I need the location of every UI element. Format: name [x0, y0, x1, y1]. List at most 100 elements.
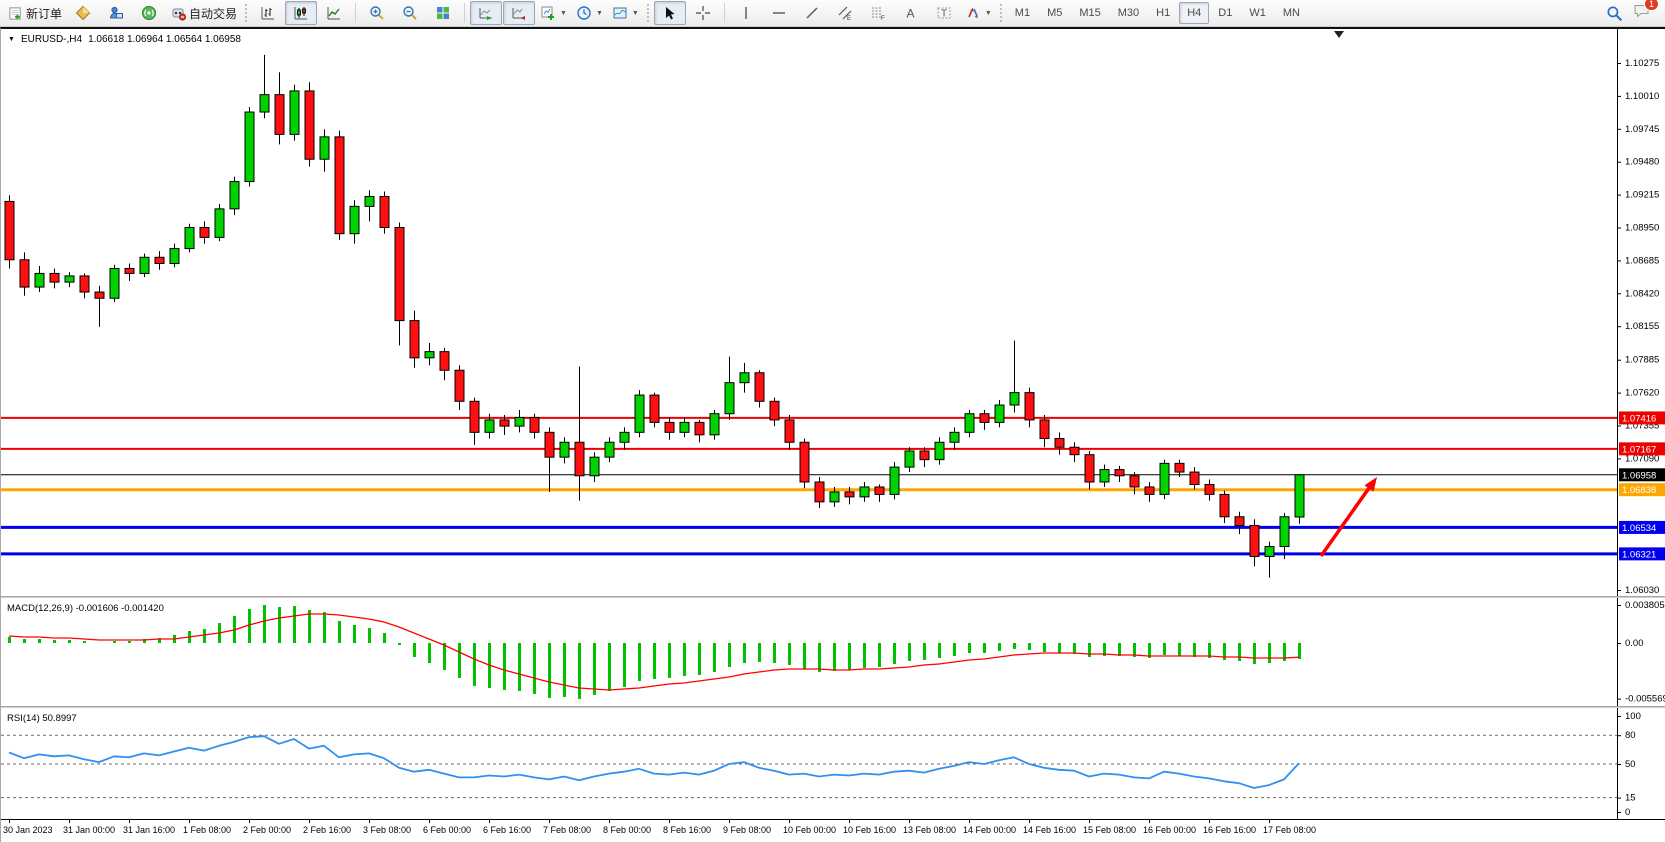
bull-candle [995, 405, 1004, 422]
bear-candle [650, 395, 659, 422]
new-chart-icon [540, 5, 556, 21]
zoom-in-icon [369, 5, 385, 21]
bear-candle [1115, 470, 1124, 476]
timeframe-m15[interactable]: M15 [1071, 2, 1108, 24]
time-axis-tick [729, 820, 730, 823]
bull-candle [725, 383, 734, 414]
price-chart-pane[interactable]: 1.102751.100101.097451.094801.092151.089… [1, 29, 1665, 596]
svg-text:1.08950: 1.08950 [1625, 222, 1659, 233]
notifications-button[interactable]: 1 [1633, 2, 1651, 24]
bear-candle [1235, 517, 1244, 526]
svg-text:1.10275: 1.10275 [1625, 58, 1659, 69]
one-click-trading-toggle[interactable]: ▼ [8, 36, 15, 43]
chart-shift-icon [511, 5, 527, 21]
bear-candle [275, 95, 284, 135]
time-label: 17 Feb 08:00 [1263, 825, 1316, 835]
text-label-tool[interactable]: T [928, 1, 960, 25]
bear-candle [500, 420, 509, 426]
crosshair-button[interactable] [687, 1, 719, 25]
time-axis[interactable]: 30 Jan 202331 Jan 00:0031 Jan 16:001 Feb… [1, 819, 1665, 842]
search-icon[interactable] [1606, 5, 1623, 22]
timeframe-w1[interactable]: W1 [1241, 2, 1274, 24]
chart-shift-marker[interactable] [1334, 31, 1344, 38]
templates-button[interactable]: ▼ [608, 1, 643, 25]
bear-candle [815, 482, 824, 502]
trendline-tool[interactable] [796, 1, 828, 25]
bear-candle [1175, 463, 1184, 472]
equidistant-channel-tool[interactable]: E [829, 1, 861, 25]
time-label: 8 Feb 16:00 [663, 825, 711, 835]
time-axis-tick [69, 820, 70, 823]
bear-candle [1250, 525, 1259, 556]
bear-candle [50, 273, 59, 282]
periods-button[interactable]: ▼ [572, 1, 607, 25]
toolbar-grip[interactable] [646, 3, 651, 23]
macd-axis-tick: 0.00 [1625, 638, 1644, 649]
vertical-line-tool[interactable] [730, 1, 762, 25]
bear-candle [470, 401, 479, 432]
new-order-button[interactable]: 新订单 [4, 1, 66, 25]
horizontal-line-tool[interactable] [763, 1, 795, 25]
bull-candle [260, 95, 269, 112]
signals-button[interactable] [133, 1, 165, 25]
zoom-in-button[interactable] [361, 1, 393, 25]
bull-candle [35, 273, 44, 287]
bear-candle [1220, 494, 1229, 516]
fibonacci-tool[interactable]: F [862, 1, 894, 25]
bear-candle [575, 442, 584, 476]
candles[interactable] [5, 55, 1304, 578]
bear-candle [1190, 472, 1199, 484]
metaeditor-button[interactable] [67, 1, 99, 25]
time-label: 2 Feb 00:00 [243, 825, 291, 835]
rsi-indicator-pane[interactable]: RSI(14) 50.8997 1008050150 [1, 708, 1665, 819]
svg-text:1.07620: 1.07620 [1625, 388, 1659, 399]
time-label: 1 Feb 08:00 [183, 825, 231, 835]
bull-candle [290, 91, 299, 134]
tile-windows-button[interactable] [427, 1, 459, 25]
svg-text:1.09745: 1.09745 [1625, 124, 1659, 135]
clock-icon [576, 5, 592, 21]
bull-candle [350, 206, 359, 233]
timeframe-m5[interactable]: M5 [1039, 2, 1070, 24]
timeframe-h1[interactable]: H1 [1148, 2, 1178, 24]
bull-candle [230, 182, 239, 209]
time-axis-tick [1029, 820, 1030, 823]
toolbar-right-group: 1 [1606, 2, 1661, 24]
time-label: 10 Feb 00:00 [783, 825, 836, 835]
auto-scroll-button[interactable] [470, 1, 502, 25]
text-a-icon: A [903, 5, 919, 21]
bull-candle [680, 422, 689, 432]
toolbar-grip[interactable] [244, 3, 249, 23]
bull-candle [860, 487, 869, 497]
bear-candle [395, 227, 404, 320]
line-chart-button[interactable] [318, 1, 350, 25]
timeframe-m1[interactable]: M1 [1007, 2, 1038, 24]
arrows-tool[interactable]: ▼ [961, 1, 996, 25]
macd-axis-tick: 0.003805 [1625, 600, 1665, 611]
time-label: 14 Feb 16:00 [1023, 825, 1076, 835]
bar-chart-button[interactable] [252, 1, 284, 25]
svg-text:1.07167: 1.07167 [1622, 444, 1656, 455]
vertical-line-icon [738, 5, 754, 21]
svg-text:1.06838: 1.06838 [1622, 485, 1656, 496]
candlestick-chart-button[interactable] [285, 1, 317, 25]
time-label: 8 Feb 00:00 [603, 825, 651, 835]
timeframe-m30[interactable]: M30 [1110, 2, 1147, 24]
bear-candle [335, 137, 344, 234]
macd-indicator-pane[interactable]: MACD(12,26,9) -0.001606 -0.001420 0.0038… [1, 598, 1665, 706]
text-tool[interactable]: A [895, 1, 927, 25]
price-axis-ticks[interactable]: 1.102751.100101.097451.094801.092151.089… [1617, 58, 1659, 596]
timeframe-d1[interactable]: D1 [1210, 2, 1240, 24]
chart-shift-button[interactable] [503, 1, 535, 25]
auto-trading-button[interactable]: 自动交易 [166, 1, 241, 25]
toolbar-grip[interactable] [999, 3, 1004, 23]
zoom-out-button[interactable] [394, 1, 426, 25]
timeframe-h4[interactable]: H4 [1179, 2, 1209, 24]
cursor-button[interactable] [654, 1, 686, 25]
timeframe-mn[interactable]: MN [1275, 2, 1308, 24]
time-label: 14 Feb 00:00 [963, 825, 1016, 835]
bear-candle [1085, 455, 1094, 482]
community-button[interactable] [100, 1, 132, 25]
new-chart-button[interactable]: ▼ [536, 1, 571, 25]
time-axis-tick [849, 820, 850, 823]
